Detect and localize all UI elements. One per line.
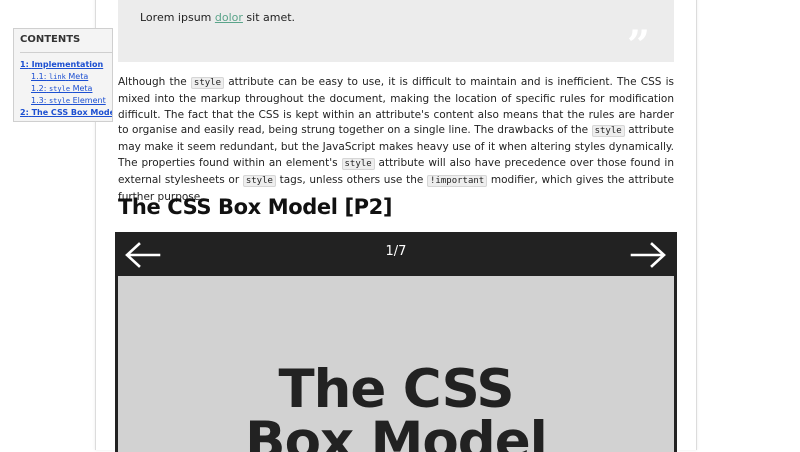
inline-code: style — [341, 157, 375, 170]
section-heading: The CSS Box Model [P2] — [118, 195, 393, 219]
body-paragraph: Although the style attribute can be easy… — [118, 76, 674, 203]
toc-title: CONTENTS — [20, 34, 112, 53]
toc-link-link-meta[interactable]: 1.1: link Meta — [31, 72, 88, 81]
quote-highlight-link[interactable]: dolor — [215, 11, 243, 24]
inline-code: style — [190, 77, 225, 89]
toc-item: 1.1: link Meta — [20, 71, 112, 83]
inline-code: style — [242, 174, 276, 187]
toc-item: 1.3: style Element — [20, 95, 112, 107]
toc-item: 2: The CSS Box Model — [20, 107, 112, 119]
toc-link-implementation[interactable]: 1: Implementation — [20, 60, 103, 69]
slide: The CSS Box Model — [118, 276, 674, 452]
inline-code: !important — [427, 174, 488, 187]
toc-link-style-meta[interactable]: 1.2: style Meta — [31, 84, 92, 93]
slide-counter: 1/7 — [385, 244, 407, 259]
toc-link-css-box-model[interactable]: 2: The CSS Box Model — [20, 108, 112, 117]
toc-item: 1: Implementation — [20, 59, 112, 71]
quote-text: Lorem ipsum dolor sit amet. — [140, 11, 296, 24]
table-of-contents: CONTENTS 1: Implementation 1.1: link Met… — [13, 28, 113, 122]
blockquote: Lorem ipsum dolor sit amet. ” — [118, 0, 674, 66]
slideshow: 1/7 The CSS Box Model — [115, 232, 677, 452]
toc-item: 1.2: style Meta — [20, 83, 112, 95]
toc-list: 1: Implementation 1.1: link Meta 1.2: st… — [20, 59, 112, 119]
inline-code: style — [591, 125, 625, 138]
slide-title: The CSS Box Model — [245, 359, 548, 452]
quote-mark-icon: ” — [626, 22, 650, 69]
toc-link-style-element[interactable]: 1.3: style Element — [31, 96, 106, 105]
arrow-right-icon[interactable] — [629, 242, 667, 268]
